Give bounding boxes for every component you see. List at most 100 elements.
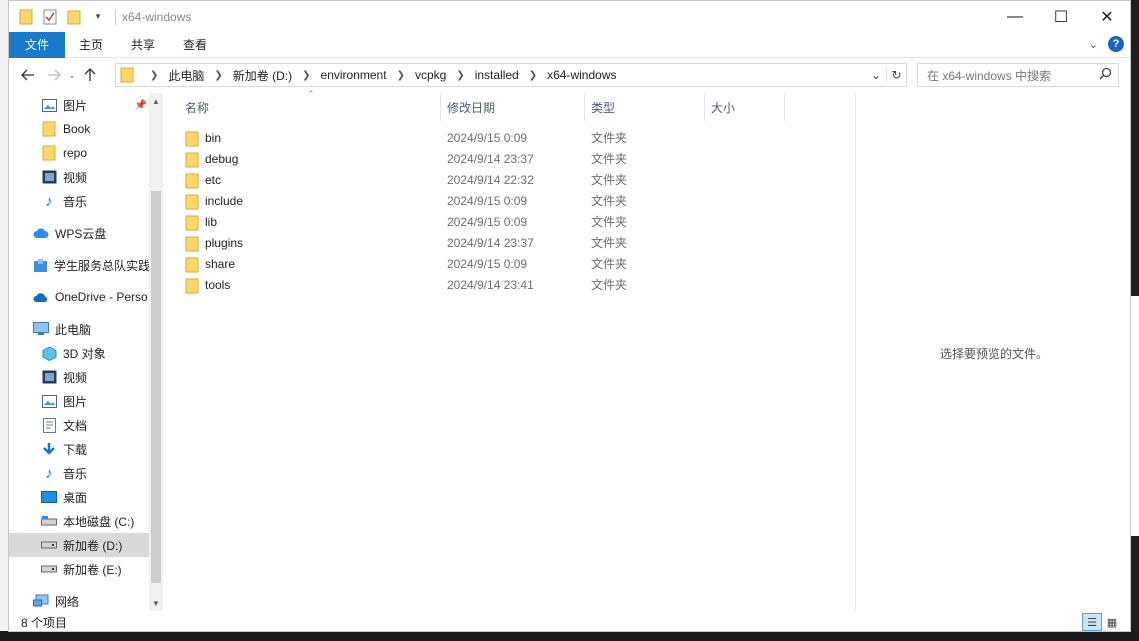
folder-icon [17,8,35,26]
sidebar-item-music-quick[interactable]: ♪ 音乐 [9,189,149,213]
sidebar-item-wps-cloud[interactable]: WPS云盘 [9,221,149,245]
back-arrow-icon[interactable] [15,62,41,88]
address-bar[interactable]: ❯ 此电脑 ❯ 新加卷 (D:) ❯ environment ❯ vcpkg ❯… [115,63,907,87]
scroll-down-icon[interactable]: ▼ [149,597,163,611]
new-folder-icon[interactable] [65,8,83,26]
sidebar-item-student-service[interactable]: 学生服务总队实践 [9,253,149,277]
tab-view[interactable]: 查看 [169,32,221,58]
large-icons-view-icon[interactable]: ▦ [1102,613,1122,631]
sidebar-item-drive-c[interactable]: 本地磁盘 (C:) [9,509,149,533]
refresh-icon[interactable]: ↻ [886,68,906,82]
breadcrumb-installed[interactable]: installed [475,68,519,82]
music-icon: ♪ [45,192,53,210]
chevron-right-icon[interactable]: ❯ [214,70,222,81]
chevron-right-icon[interactable]: ❯ [529,70,537,81]
navigation-scrollbar[interactable]: ▲ ▼ [149,93,163,611]
pictures-icon [41,393,57,409]
breadcrumb-vcpkg[interactable]: vcpkg [415,68,446,82]
search-icon[interactable] [1099,67,1112,83]
file-date: 2024/9/14 23:41 [447,277,534,292]
preview-pane-divider[interactable] [855,93,856,611]
column-header-name[interactable]: 名称 [179,93,441,121]
file-name: debug [205,151,239,166]
file-type: 文件夹 [591,278,628,292]
minimize-button[interactable]: — [992,1,1038,32]
forward-arrow-icon[interactable] [41,62,67,88]
file-list: ⌃ 名称 修改日期 类型 大小 bin 2024/9/15 0:09 文件夹 d… [165,89,855,611]
window-controls: — ☐ ✕ [992,1,1130,32]
chevron-right-icon[interactable]: ❯ [150,70,158,81]
close-button[interactable]: ✕ [1084,1,1130,32]
recent-locations-icon[interactable]: ⌄ [67,62,77,88]
properties-icon[interactable] [41,8,59,26]
sidebar-item-onedrive[interactable]: OneDrive - Perso [9,285,149,309]
file-date: 2024/9/14 23:37 [447,151,534,166]
search-placeholder: 在 x64-windows 中搜索 [927,68,1052,83]
sidebar-item-repo[interactable]: repo [9,141,149,165]
sidebar-item-music[interactable]: ♪ 音乐 [9,461,149,485]
sidebar-item-drive-e[interactable]: 新加卷 (E:) [9,557,149,581]
chevron-right-icon[interactable]: ❯ [456,70,464,81]
sidebar-item-videos-quick[interactable]: 视频 [9,165,149,189]
list-item[interactable]: lib 2024/9/15 0:09 文件夹 [185,211,745,232]
list-item[interactable]: include 2024/9/15 0:09 文件夹 [185,190,745,211]
file-type: 文件夹 [591,152,628,166]
sidebar-item-3d-objects[interactable]: 3D 对象 [9,341,149,365]
sidebar-item-videos[interactable]: 视频 [9,365,149,389]
breadcrumb-this-pc[interactable]: 此电脑 [168,67,204,84]
list-item[interactable]: bin 2024/9/15 0:09 文件夹 [185,127,745,148]
file-name: etc [205,172,222,187]
folder-icon [41,121,57,137]
search-input[interactable]: 在 x64-windows 中搜索 [917,63,1119,87]
sidebar-item-this-pc[interactable]: 此电脑 [9,317,149,341]
chevron-right-icon[interactable]: ❯ [302,70,310,81]
breadcrumb-drive-d[interactable]: 新加卷 (D:) [233,67,292,84]
folder-icon [185,152,201,167]
customize-toolbar-icon[interactable]: ▾ [89,8,107,26]
column-header-size[interactable]: 大小 [705,93,785,121]
sidebar-item-drive-d[interactable]: 新加卷 (D:) [9,533,149,557]
scroll-up-icon[interactable]: ▲ [149,95,163,109]
file-type: 文件夹 [591,257,628,271]
address-dropdown-icon[interactable]: ⌄ [866,68,886,82]
background-window-right [1131,296,1139,536]
sidebar-item-pictures-pinned[interactable]: 图片 📌 [9,93,149,117]
file-date: 2024/9/15 0:09 [447,256,528,271]
tab-file[interactable]: 文件 [9,31,65,58]
pin-icon[interactable]: 📌 [135,100,147,111]
chevron-right-icon[interactable]: ❯ [397,70,405,81]
sidebar-item-network[interactable]: 网络 [9,589,149,611]
sidebar-item-desktop[interactable]: 桌面 [9,485,149,509]
details-view-icon[interactable]: ☰ [1082,613,1102,631]
navigation-bar: ⌄ ❯ 此电脑 ❯ 新加卷 (D:) ❯ environment ❯ vcpkg… [9,59,1130,91]
onedrive-icon [33,289,49,305]
list-item[interactable]: plugins 2024/9/14 23:37 文件夹 [185,232,745,253]
list-item[interactable]: share 2024/9/15 0:09 文件夹 [185,253,745,274]
sidebar-item-downloads[interactable]: 下载 [9,437,149,461]
breadcrumb-environment[interactable]: environment [321,68,387,82]
sidebar-item-documents[interactable]: 文档 [9,413,149,437]
background-window-left [0,0,8,641]
list-item[interactable]: debug 2024/9/14 23:37 文件夹 [185,148,745,169]
title-bar: ▾ x64-windows — ☐ ✕ [9,1,1130,32]
column-header-type[interactable]: 类型 [585,93,705,121]
sidebar-item-pictures[interactable]: 图片 [9,389,149,413]
up-arrow-icon[interactable] [77,62,103,88]
folder-icon [185,194,201,209]
scrollbar-thumb[interactable] [151,191,161,583]
list-item[interactable]: etc 2024/9/14 22:32 文件夹 [185,169,745,190]
maximize-button[interactable]: ☐ [1038,1,1084,32]
tab-home[interactable]: 主页 [65,32,117,58]
column-header-date[interactable]: 修改日期 [441,93,585,121]
chevron-down-icon[interactable]: ⌄ [1089,38,1098,51]
file-name: plugins [205,235,244,250]
breadcrumb-x64-windows[interactable]: x64-windows [547,68,616,82]
help-icon[interactable]: ? [1108,36,1124,52]
status-bar: 8 个项目 ☰ ▦ [9,611,1130,633]
list-item[interactable]: tools 2024/9/14 23:41 文件夹 [185,274,745,295]
sidebar-item-book[interactable]: Book [9,117,149,141]
folder-icon [185,131,201,146]
drive-icon [41,537,57,553]
tab-share[interactable]: 共享 [117,32,169,58]
file-date: 2024/9/14 22:32 [447,172,534,187]
